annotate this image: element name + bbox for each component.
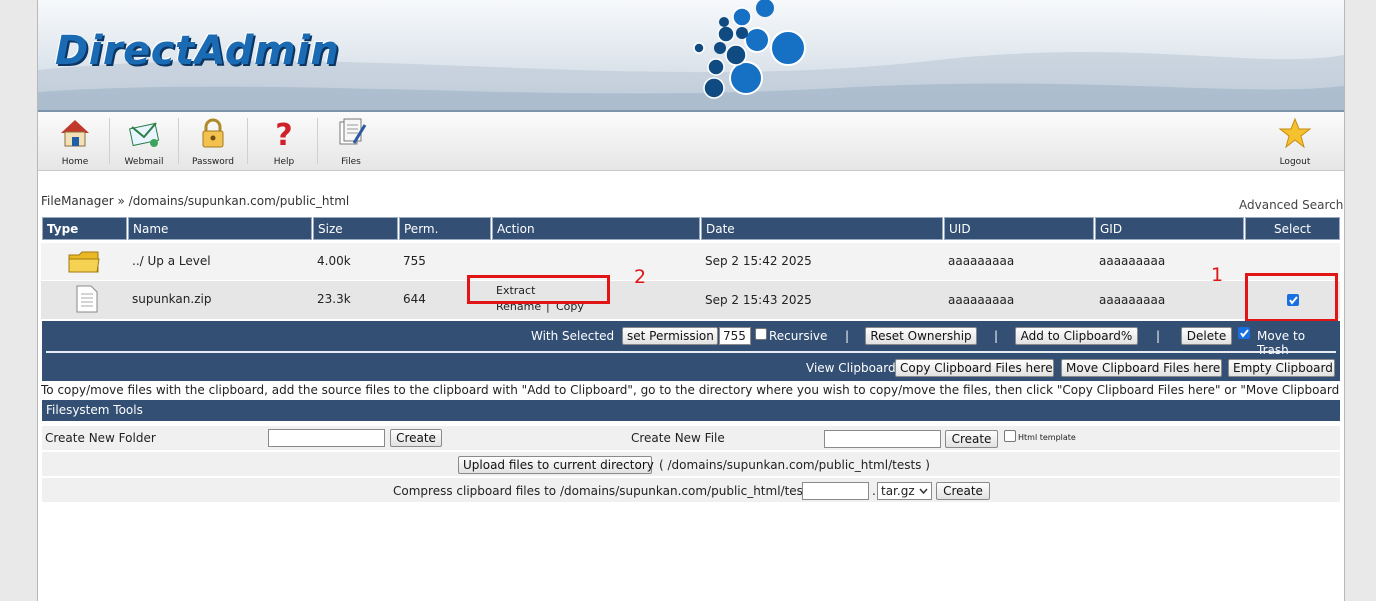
col-header-gid[interactable]: GID xyxy=(1095,217,1244,240)
highlight-box-select xyxy=(1245,273,1338,322)
separator: | xyxy=(994,329,999,343)
home-icon xyxy=(61,120,89,147)
folder-icon[interactable] xyxy=(68,250,100,274)
header-banner: DirectAdmin xyxy=(38,0,1344,112)
annotation-number-2: 2 xyxy=(634,266,647,288)
col-header-action: Action xyxy=(492,217,700,240)
compress-dot: . xyxy=(872,484,876,498)
svg-text:?: ? xyxy=(275,118,292,149)
directadmin-logo: DirectAdmin xyxy=(55,28,340,74)
col-header-select: Select xyxy=(1245,217,1340,240)
advanced-search-link[interactable]: Advanced Search xyxy=(1239,198,1343,212)
chevron-down-icon xyxy=(919,488,928,494)
compress-label: Compress clipboard files to /domains/sup… xyxy=(393,484,818,498)
create-file-button[interactable]: Create xyxy=(945,430,998,448)
archive-format-value: tar.gz xyxy=(881,484,915,498)
col-header-name[interactable]: Name xyxy=(128,217,312,240)
toolbar-divider xyxy=(247,118,248,164)
toolbar-password-label: Password xyxy=(191,157,235,167)
file-gid: aaaaaaaaa xyxy=(1099,254,1166,268)
move-clipboard-button[interactable]: Move Clipboard Files here xyxy=(1061,359,1222,377)
file-icon[interactable] xyxy=(76,285,98,313)
recursive-checkbox[interactable] xyxy=(755,328,767,340)
app-window: DirectAdmin Home Webmail Password ? Help… xyxy=(37,0,1345,601)
new-file-input[interactable] xyxy=(824,430,941,448)
compress-row: Compress clipboard files to /domains/sup… xyxy=(42,478,1340,502)
compress-create-button[interactable]: Create xyxy=(936,482,990,500)
toolbar-webmail-label: Webmail xyxy=(124,157,164,167)
file-size: 4.00k xyxy=(317,254,351,268)
toolbar-password-button[interactable]: Password xyxy=(178,114,248,168)
add-to-clipboard-button[interactable]: Add to Clipboard% xyxy=(1015,327,1138,345)
annotation-number-1: 1 xyxy=(1211,264,1224,286)
table-row: supunkan.zip 23.3k 644 Extract Rename | … xyxy=(41,281,1340,319)
toolbar-help-label: Help xyxy=(273,157,295,167)
delete-button[interactable]: Delete xyxy=(1181,327,1232,345)
view-clipboard-link[interactable]: View Clipboard xyxy=(806,361,896,375)
toolbar-home-button[interactable]: Home xyxy=(40,114,110,168)
webmail-icon xyxy=(129,122,160,147)
empty-clipboard-button[interactable]: Empty Clipboard xyxy=(1228,359,1335,377)
toolbar-webmail-button[interactable]: Webmail xyxy=(109,114,179,168)
toolbar-logout-button[interactable]: Logout xyxy=(1260,114,1330,168)
html-template-label: Html template xyxy=(1018,433,1076,442)
separator: | xyxy=(1156,329,1161,343)
padlock-icon xyxy=(202,118,224,148)
set-permission-button[interactable]: set Permission xyxy=(622,327,718,345)
col-header-size[interactable]: Size xyxy=(313,217,398,240)
create-row: Create New Folder Create Create New File… xyxy=(42,426,1340,450)
create-folder-label: Create New Folder xyxy=(45,431,156,445)
star-icon xyxy=(1278,117,1312,149)
toolbar-files-label: Files xyxy=(341,157,361,167)
file-uid: aaaaaaaaa xyxy=(948,254,1015,268)
move-to-trash-checkbox[interactable] xyxy=(1238,327,1250,339)
col-header-perm[interactable]: Perm. xyxy=(399,217,491,240)
file-date: Sep 2 15:43 2025 xyxy=(705,293,812,307)
file-gid: aaaaaaaaa xyxy=(1099,293,1166,307)
toolbar-files-button[interactable]: Files xyxy=(316,114,386,168)
upload-files-button[interactable]: Upload files to current directory xyxy=(458,456,654,474)
toolbar-logout-label: Logout xyxy=(1279,157,1311,167)
file-name-link[interactable]: supunkan.zip xyxy=(132,292,211,306)
with-selected-label: With Selected xyxy=(531,329,615,343)
toolbar-help-button[interactable]: ? Help xyxy=(249,114,319,168)
new-folder-input[interactable] xyxy=(268,429,385,447)
file-date: Sep 2 15:42 2025 xyxy=(705,254,812,268)
col-header-uid[interactable]: UID xyxy=(944,217,1094,240)
bar-divider xyxy=(46,351,1336,353)
html-template-checkbox[interactable] xyxy=(1004,430,1016,442)
table-row: ../ Up a Level 4.00k 755 Sep 2 15:42 202… xyxy=(41,243,1340,280)
checkmark-icon xyxy=(1240,329,1249,338)
breadcrumb[interactable]: FileManager » /domains/supunkan.com/publ… xyxy=(41,194,349,208)
filesystem-tools-header: Filesystem Tools xyxy=(42,400,1340,421)
clipboard-instructions: To copy/move files with the clipboard, a… xyxy=(41,383,1345,397)
create-folder-button[interactable]: Create xyxy=(390,429,442,447)
reset-ownership-button[interactable]: Reset Ownership xyxy=(865,327,977,345)
bubbles-graphic xyxy=(693,0,806,99)
file-name-link[interactable]: ../ Up a Level xyxy=(132,254,211,268)
question-mark-icon: ? xyxy=(275,118,292,149)
main-toolbar: Home Webmail Password ? Help Files Logou… xyxy=(38,112,1344,171)
recursive-label: Recursive xyxy=(769,329,828,343)
toolbar-home-label: Home xyxy=(61,157,89,167)
permission-input[interactable]: 755 xyxy=(719,327,751,345)
upload-path: ( /domains/supunkan.com/public_html/test… xyxy=(659,458,930,472)
highlight-box-extract xyxy=(467,275,610,304)
file-size: 23.3k xyxy=(317,292,351,306)
upload-row: Upload files to current directory ( /dom… xyxy=(42,452,1340,476)
create-file-label: Create New File xyxy=(631,431,725,445)
file-perm[interactable]: 644 xyxy=(403,292,426,306)
copy-clipboard-button[interactable]: Copy Clipboard Files here xyxy=(895,359,1054,377)
with-selected-bar: With Selected set Permission 755 Recursi… xyxy=(42,321,1340,381)
compress-filename-input[interactable] xyxy=(802,482,869,500)
separator: | xyxy=(845,329,850,343)
archive-format-select[interactable]: tar.gz xyxy=(877,482,932,500)
files-icon xyxy=(339,118,367,145)
col-header-type[interactable]: Type xyxy=(42,217,127,240)
col-header-date[interactable]: Date xyxy=(701,217,943,240)
file-perm: 755 xyxy=(403,254,426,268)
file-uid: aaaaaaaaa xyxy=(948,293,1015,307)
